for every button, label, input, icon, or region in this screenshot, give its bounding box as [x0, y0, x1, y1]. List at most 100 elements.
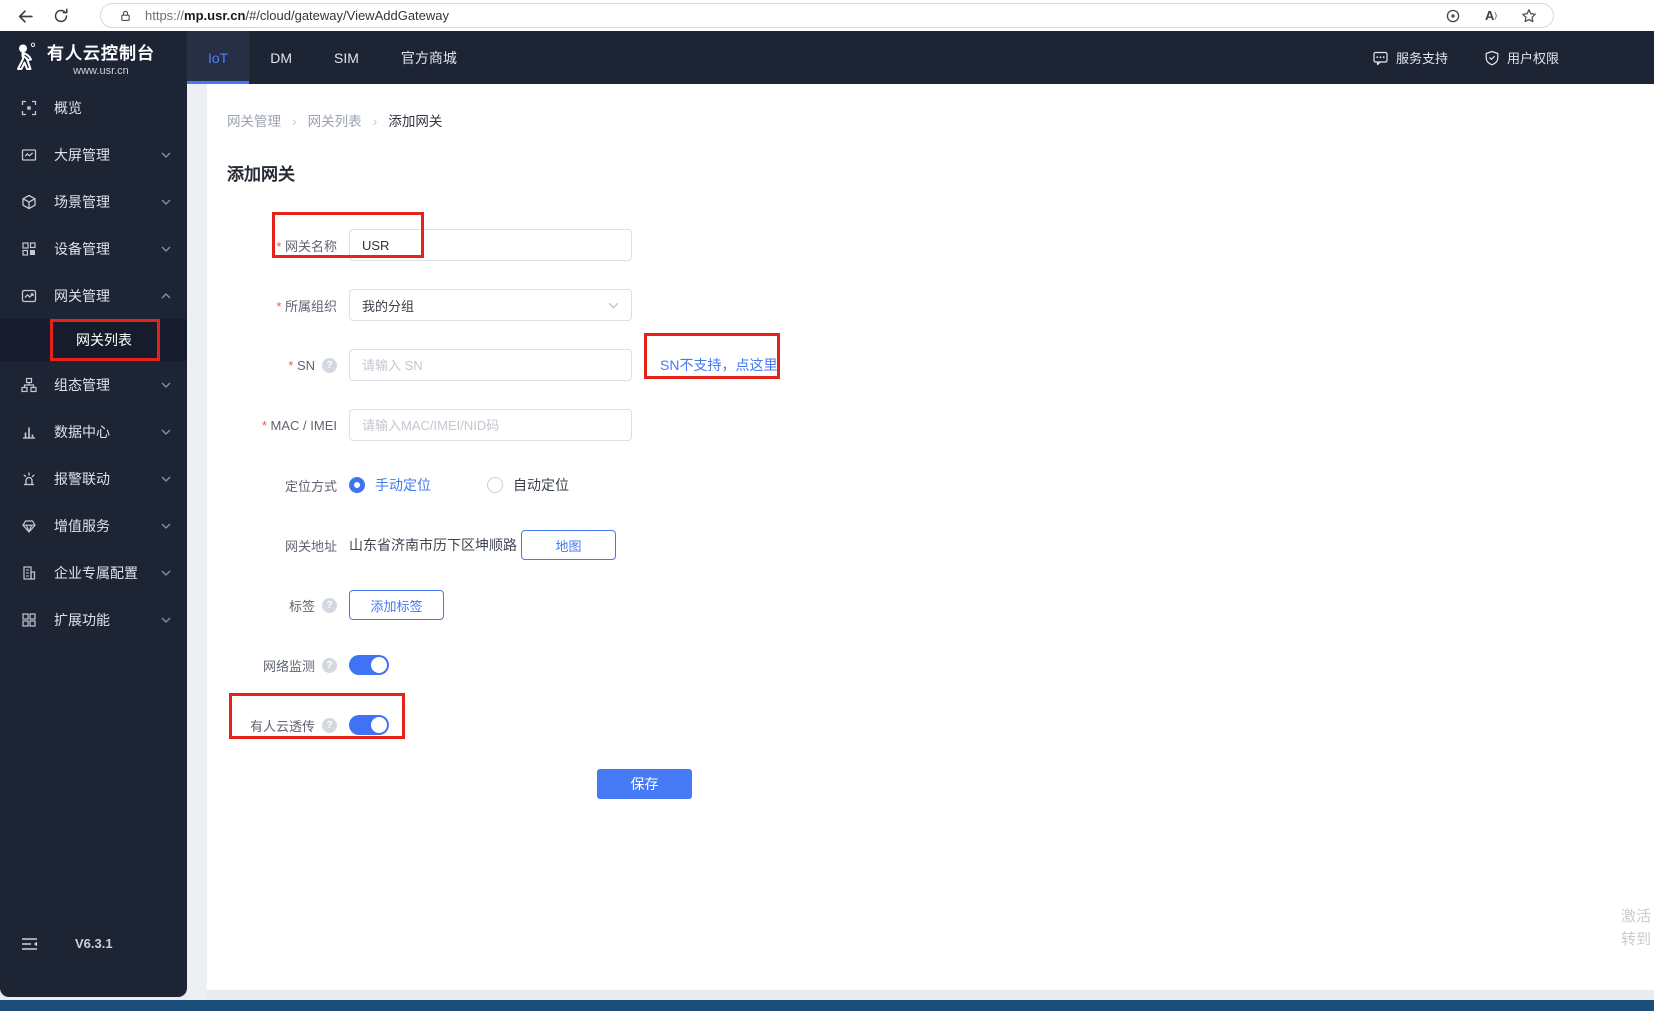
- content-gutter: [187, 84, 207, 1000]
- add-tag-button[interactable]: 添加标签: [349, 590, 444, 620]
- sidebar-item-config-mgmt[interactable]: 组态管理: [0, 361, 187, 408]
- sidebar-item-label: 企业专属配置: [54, 564, 138, 581]
- manual-location-label[interactable]: 手动定位: [375, 475, 431, 495]
- overview-icon: [21, 100, 37, 116]
- sidebar-item-enterprise-config[interactable]: 企业专属配置: [0, 549, 187, 596]
- network-monitor-help-icon[interactable]: ?: [322, 657, 337, 673]
- service-support-label: 服务支持: [1395, 51, 1448, 66]
- chevron-down-icon: [608, 302, 619, 309]
- brand-logo[interactable]: 有人云控制台 www.usr.cn: [0, 31, 187, 84]
- sidebar-item-gateway-mgmt[interactable]: 网关管理: [0, 272, 187, 319]
- breadcrumb-gateway-mgmt[interactable]: 网关管理: [227, 110, 308, 130]
- gateway-chart-icon: [21, 288, 37, 304]
- manual-location-radio[interactable]: [349, 477, 365, 493]
- gateway-name-label: 网关名称: [276, 236, 337, 255]
- chevron-down-icon: [161, 199, 171, 205]
- gateway-address-label: 网关地址: [284, 538, 337, 554]
- chevron-down-icon: [161, 617, 171, 623]
- tab-official-mall[interactable]: 官方商城: [380, 31, 478, 84]
- sidebar-item-label: 网关管理: [54, 287, 110, 304]
- gateway-address-row: 网关地址 山东省济南市历下区坤顺路 地图: [207, 515, 1654, 575]
- sidebar-item-label: 大屏管理: [54, 146, 110, 163]
- collapse-sidebar-icon[interactable]: [21, 937, 38, 951]
- url-scheme: https://: [145, 8, 185, 23]
- breadcrumb-gateway-list[interactable]: 网关列表: [308, 110, 389, 130]
- sidebar-item-label: 报警联动: [54, 470, 110, 487]
- building-icon: [21, 565, 37, 581]
- sidebar-item-label: 数据中心: [54, 423, 110, 440]
- sidebar-item-label: 增值服务: [54, 517, 110, 534]
- url-host: mp.usr.cn: [184, 8, 246, 23]
- organization-select[interactable]: 我的分组: [349, 289, 632, 321]
- sn-input[interactable]: [349, 349, 632, 381]
- service-support[interactable]: 服务支持: [1372, 48, 1448, 67]
- sidebar-item-alarm-linkage[interactable]: 报警联动: [0, 455, 187, 502]
- sidebar-item-label: 场景管理: [54, 193, 110, 210]
- sn-help-icon[interactable]: ?: [322, 357, 337, 373]
- lock-icon[interactable]: [113, 4, 137, 28]
- favorite-star-icon[interactable]: [1517, 4, 1541, 28]
- cloud-passthrough-row: 有人云透传 ?: [207, 695, 1654, 755]
- refresh-button[interactable]: [48, 3, 74, 29]
- add-gateway-form: 网关名称 所属组织 我的分组 SN ? SN不支持，点这里 MAC / I: [207, 215, 1654, 799]
- location-mode-label: 定位方式: [284, 478, 337, 494]
- gateway-address-value: 山东省济南市历下区坤顺路: [349, 537, 517, 553]
- brand-title: 有人云控制台: [47, 43, 155, 63]
- top-navigation: 有人云控制台 www.usr.cn IoT DM SIM 官方商城 服务支持 用…: [0, 31, 1654, 84]
- network-monitor-toggle[interactable]: [349, 655, 389, 675]
- cloud-passthrough-toggle[interactable]: [349, 715, 389, 735]
- address-bar[interactable]: https://mp.usr.cn/#/cloud/gateway/ViewAd…: [100, 3, 1554, 28]
- chevron-down-icon: [161, 429, 171, 435]
- read-aloud-icon[interactable]: A): [1479, 4, 1503, 28]
- breadcrumb-add-gateway: 添加网关: [388, 114, 443, 129]
- map-button[interactable]: 地图: [521, 530, 616, 560]
- alarm-icon: [21, 471, 37, 487]
- auto-location-label[interactable]: 自动定位: [513, 475, 569, 495]
- tags-help-icon[interactable]: ?: [322, 597, 337, 613]
- tab-sim[interactable]: SIM: [313, 31, 380, 84]
- cloud-passthrough-help-icon[interactable]: ?: [322, 717, 337, 733]
- organization-label: 所属组织: [276, 296, 337, 315]
- back-button[interactable]: [12, 3, 38, 29]
- taskbar-edge: [0, 1000, 1654, 1011]
- sidebar-item-label: 设备管理: [54, 240, 110, 257]
- location-mode-row: 定位方式 手动定位 自动定位: [207, 455, 1654, 515]
- user-permission-label: 用户权限: [1506, 51, 1559, 66]
- topology-icon: [21, 377, 37, 393]
- sidebar-item-extended-features[interactable]: 扩展功能: [0, 596, 187, 643]
- gateway-name-input[interactable]: [349, 229, 632, 261]
- gem-icon: [21, 518, 37, 534]
- auto-location-radio[interactable]: [487, 477, 503, 493]
- tags-row: 标签 ? 添加标签: [207, 575, 1654, 635]
- sidebar-item-overview[interactable]: 概览: [0, 84, 187, 131]
- mac-imei-label: MAC / IMEI: [262, 418, 337, 433]
- breadcrumb: 网关管理 网关列表 添加网关: [227, 110, 1654, 130]
- watermark-line2: 转到: [1621, 931, 1652, 948]
- bar-chart-icon: [21, 424, 37, 440]
- sidebar-item-scene-mgmt[interactable]: 场景管理: [0, 178, 187, 225]
- usr-person-logo-icon: [17, 42, 36, 70]
- user-permission[interactable]: 用户权限: [1484, 48, 1559, 67]
- chevron-down-icon: [161, 523, 171, 529]
- chat-icon: [1373, 51, 1388, 65]
- sidebar-item-screen-mgmt[interactable]: 大屏管理: [0, 131, 187, 178]
- device-grid-icon: [21, 241, 37, 257]
- sidebar-item-data-center[interactable]: 数据中心: [0, 408, 187, 455]
- sidebar-item-value-services[interactable]: 增值服务: [0, 502, 187, 549]
- shield-icon: [1485, 50, 1499, 65]
- sidebar-item-device-mgmt[interactable]: 设备管理: [0, 225, 187, 272]
- tab-dm[interactable]: DM: [249, 31, 313, 84]
- url-path: /#/cloud/gateway/ViewAddGateway: [245, 8, 450, 23]
- save-button[interactable]: 保存: [597, 769, 692, 799]
- site-location-icon[interactable]: [1441, 4, 1465, 28]
- sn-not-supported-link[interactable]: SN不支持，点这里: [660, 355, 777, 375]
- url-text: https://mp.usr.cn/#/cloud/gateway/ViewAd…: [145, 8, 449, 23]
- chevron-down-icon: [161, 246, 171, 252]
- sidebar-item-label: 概览: [54, 99, 82, 116]
- windows-activation-watermark: 激活 转到: [1621, 905, 1654, 951]
- big-screen-icon: [21, 147, 37, 163]
- mac-imei-input[interactable]: [349, 409, 632, 441]
- watermark-line1: 激活: [1621, 908, 1652, 925]
- sidebar-item-gateway-list[interactable]: 网关列表: [0, 319, 187, 361]
- tab-iot[interactable]: IoT: [187, 31, 250, 84]
